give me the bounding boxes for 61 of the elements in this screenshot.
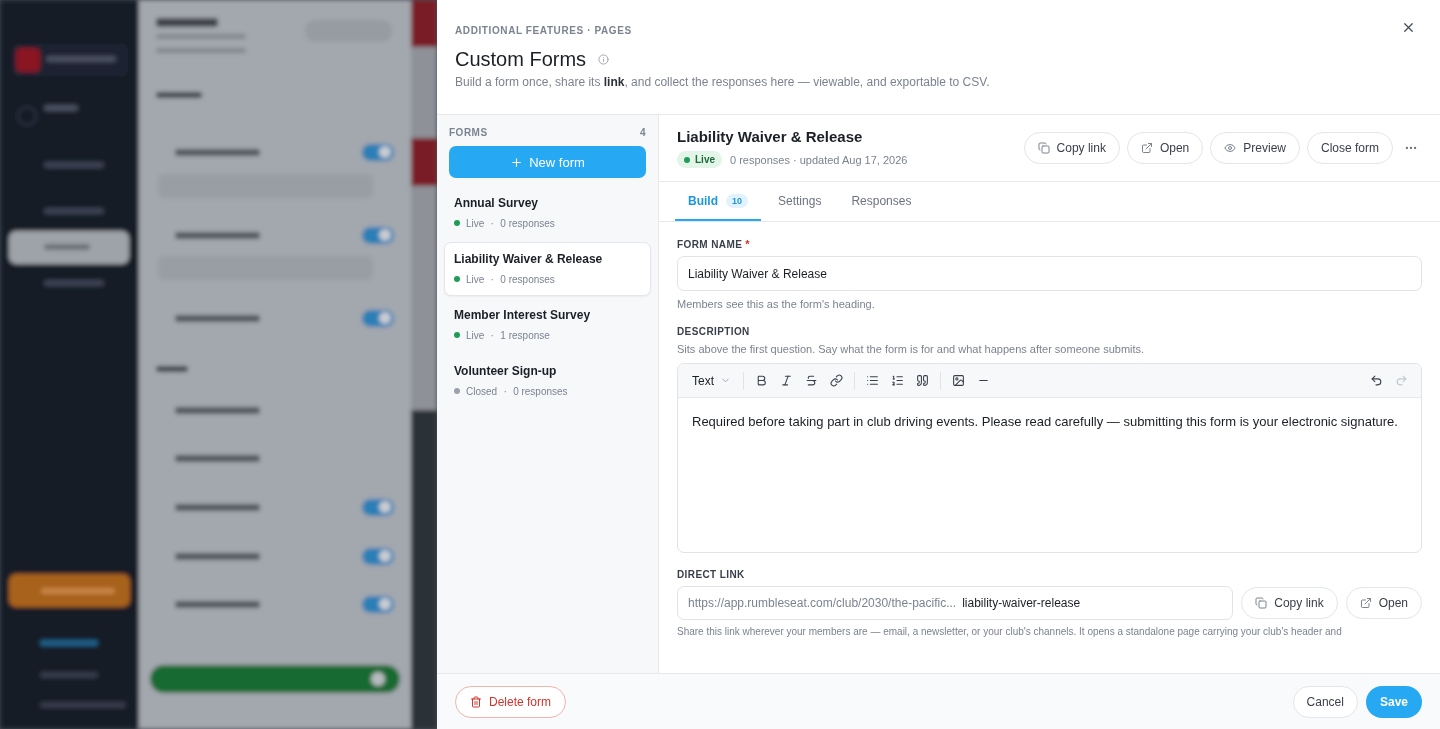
form-meta: 0 responses · updated Aug 17, 2026 (730, 153, 908, 166)
response-count: 0 responses (500, 217, 555, 229)
separator-dot: · (490, 216, 495, 230)
form-status: Closed (466, 385, 498, 397)
forms-count: 4 (639, 127, 646, 138)
form-list-item[interactable]: Volunteer Sign-up Closed · 0 responses (444, 354, 651, 408)
help-text: Members see this as the form's heading. (677, 298, 875, 310)
external-link-icon (1359, 597, 1372, 609)
copy-link-button[interactable]: Copy link (1241, 587, 1338, 619)
tab[interactable]: Responses (838, 182, 925, 221)
response-count: 0 responses (513, 385, 568, 397)
field-label: FORM NAME * (677, 238, 750, 250)
form-title: Liability Waiver & Release (454, 252, 604, 266)
copy-icon (1037, 142, 1050, 154)
separator-dot: · (490, 328, 495, 342)
external-link-icon (1140, 142, 1153, 154)
copy-icon (1255, 597, 1268, 609)
help-text: Sits above the first question. Say what the form is for and what happens after someone submits. (677, 343, 1145, 355)
delete-form-button[interactable]: Delete form (455, 685, 567, 718)
tab[interactable]: Settings (765, 182, 835, 221)
action-button[interactable]: Copy link (1023, 132, 1120, 164)
link-field[interactable]: https://app.rumbleseat.com/club/2030/the-pacific... liability-waiver-release (677, 586, 1234, 620)
form-title: Volunteer Sign-up (454, 364, 558, 378)
open-button[interactable]: Open (1345, 587, 1422, 619)
dialog-title: Custom Forms (455, 48, 587, 71)
block-type-select[interactable]: Text (686, 369, 737, 392)
breadcrumb: ADDITIONAL FEATURES · PAGES (455, 25, 632, 36)
form-list-item[interactable]: Liability Waiver & Release Live · 0 responses (444, 242, 651, 296)
required-mark: * (745, 238, 750, 250)
forms-heading: FORMS (449, 127, 488, 138)
response-count: 1 response (500, 329, 550, 341)
help-text: Share this link wherever your members are — email, a newsletter, or your club's channels. It opens a standalone page carrying your club's header and (677, 626, 1342, 637)
trash-icon (470, 695, 482, 708)
response-count: 0 responses (500, 273, 555, 285)
form-heading: Liability Waiver & Release (677, 128, 864, 145)
description-text: Required before taking part in club driving events. Please read carefully — submitting this form is your electronic signature. (691, 413, 1399, 431)
description-editor[interactable]: Text Required before taking part in club driving events. Please read carefully — submitting this form is your electronic signature. (677, 363, 1422, 553)
form-title: Annual Survey (454, 196, 540, 210)
eye-icon (1224, 142, 1237, 154)
form-name-field[interactable]: Liability Waiver & Release (677, 256, 1422, 291)
separator-dot: · (490, 272, 495, 286)
form-status: Live (466, 273, 485, 285)
action-button[interactable]: Preview (1210, 132, 1300, 164)
form-title: Member Interest Survey (454, 308, 592, 322)
form-status: Live (466, 329, 485, 341)
field-label: DESCRIPTION (677, 326, 750, 337)
count-badge: 10 (726, 193, 748, 208)
dialog-description: Build a form once, share its link, and collect the responses here — viewable, and exportable to CSV. (455, 75, 990, 89)
link-slug: liability-waiver-release (962, 596, 1081, 610)
close-icon (1401, 20, 1416, 35)
action-button[interactable]: Close form (1307, 132, 1393, 164)
status-badge: Live (677, 151, 722, 168)
form-list-item[interactable]: Annual Survey Live · 0 responses (444, 186, 651, 240)
form-status: Live (466, 217, 485, 229)
field-label: DIRECT LINK (677, 569, 745, 580)
cancel-button[interactable]: Cancel (1292, 685, 1358, 718)
plus-icon (510, 155, 524, 169)
action-button[interactable]: Open (1126, 132, 1204, 164)
form-list-item[interactable]: Member Interest Survey Live · 1 response (444, 298, 651, 352)
separator-dot: · (503, 384, 508, 398)
link-prefix: https://app.rumbleseat.com/club/2030/the-pacific... (688, 596, 957, 610)
